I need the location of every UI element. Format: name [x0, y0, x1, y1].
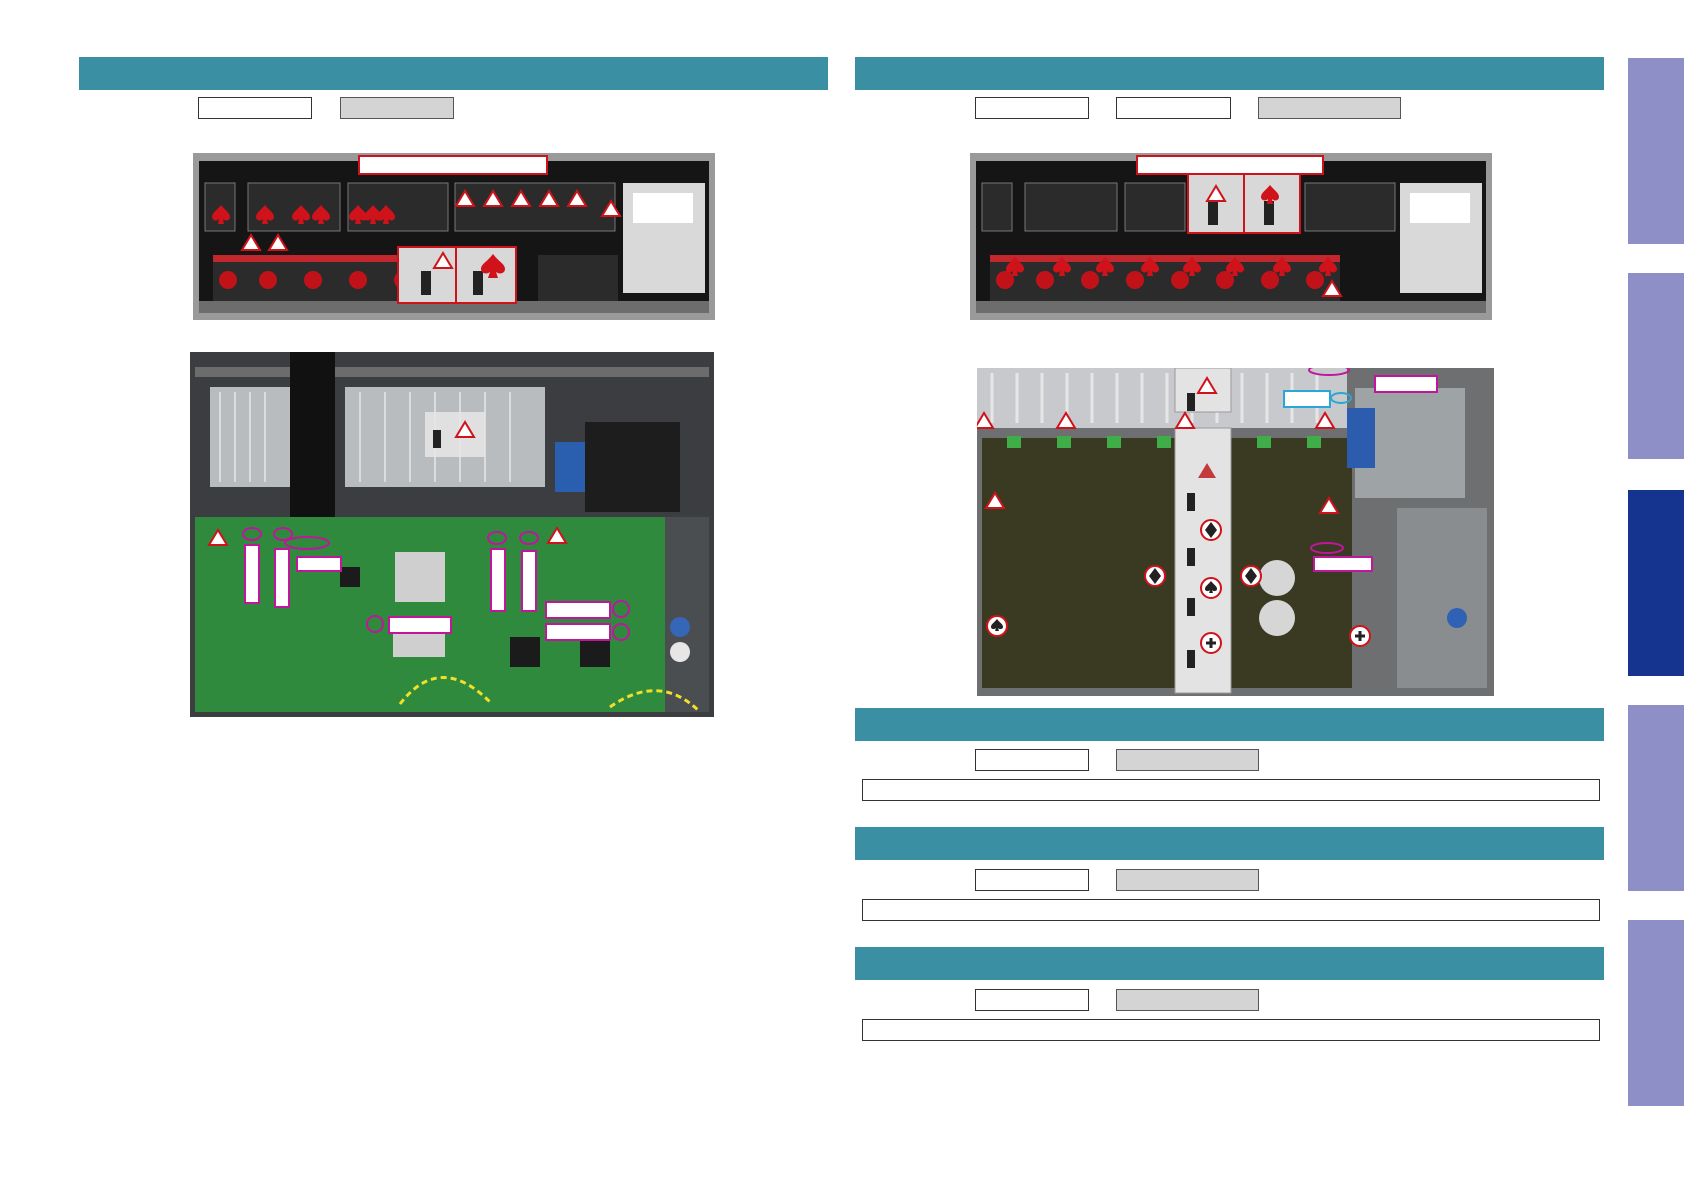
right-section3-chip-2	[1116, 869, 1259, 891]
left-step-chip-2	[340, 97, 454, 119]
left-callout-4	[490, 548, 506, 612]
right-section-header-bar-2	[855, 708, 1604, 741]
left-top-pcb-photo	[190, 352, 714, 717]
left-step-chip-1	[198, 97, 312, 119]
left-callout-6	[388, 616, 452, 634]
left-callout-8	[545, 623, 611, 641]
side-tab-5[interactable]	[1628, 920, 1684, 1106]
right-section-header-bar-1	[855, 57, 1604, 90]
right-section4-chip-2	[1116, 989, 1259, 1011]
left-callout-5	[521, 550, 537, 612]
right-section-header-bar-4	[855, 947, 1604, 980]
right-section4-chip-1	[975, 989, 1089, 1011]
side-tab-1[interactable]	[1628, 58, 1684, 244]
right-callout-cyan	[1283, 390, 1331, 408]
right-section2-chip-2	[1116, 749, 1259, 771]
side-tab-2[interactable]	[1628, 273, 1684, 459]
side-tab-4[interactable]	[1628, 705, 1684, 891]
left-callout-1	[244, 544, 260, 604]
left-callout-2	[274, 548, 290, 608]
right-amplifier-photo	[977, 368, 1494, 696]
side-tab-3-active[interactable]	[1628, 490, 1684, 676]
left-rear-panel-photo	[193, 153, 715, 320]
right-section4-note-box	[862, 1019, 1600, 1041]
left-rear-callout-box	[358, 155, 548, 175]
right-rear-callout-box	[1136, 155, 1324, 175]
right-rear-panel-photo	[970, 153, 1492, 320]
left-callout-7	[545, 601, 611, 619]
left-section-header-bar	[79, 57, 828, 90]
right-section-header-bar-3	[855, 827, 1604, 860]
right-callout-magenta-1	[1374, 375, 1438, 393]
right-callout-magenta-2	[1313, 556, 1373, 572]
right-section2-note-box	[862, 779, 1600, 801]
right-step-chip-1	[975, 97, 1089, 119]
right-section3-note-box	[862, 899, 1600, 921]
right-step-chip-2	[1116, 97, 1231, 119]
right-section3-chip-1	[975, 869, 1089, 891]
left-callout-3	[296, 556, 342, 572]
right-step-chip-3	[1258, 97, 1401, 119]
right-section2-chip-1	[975, 749, 1089, 771]
